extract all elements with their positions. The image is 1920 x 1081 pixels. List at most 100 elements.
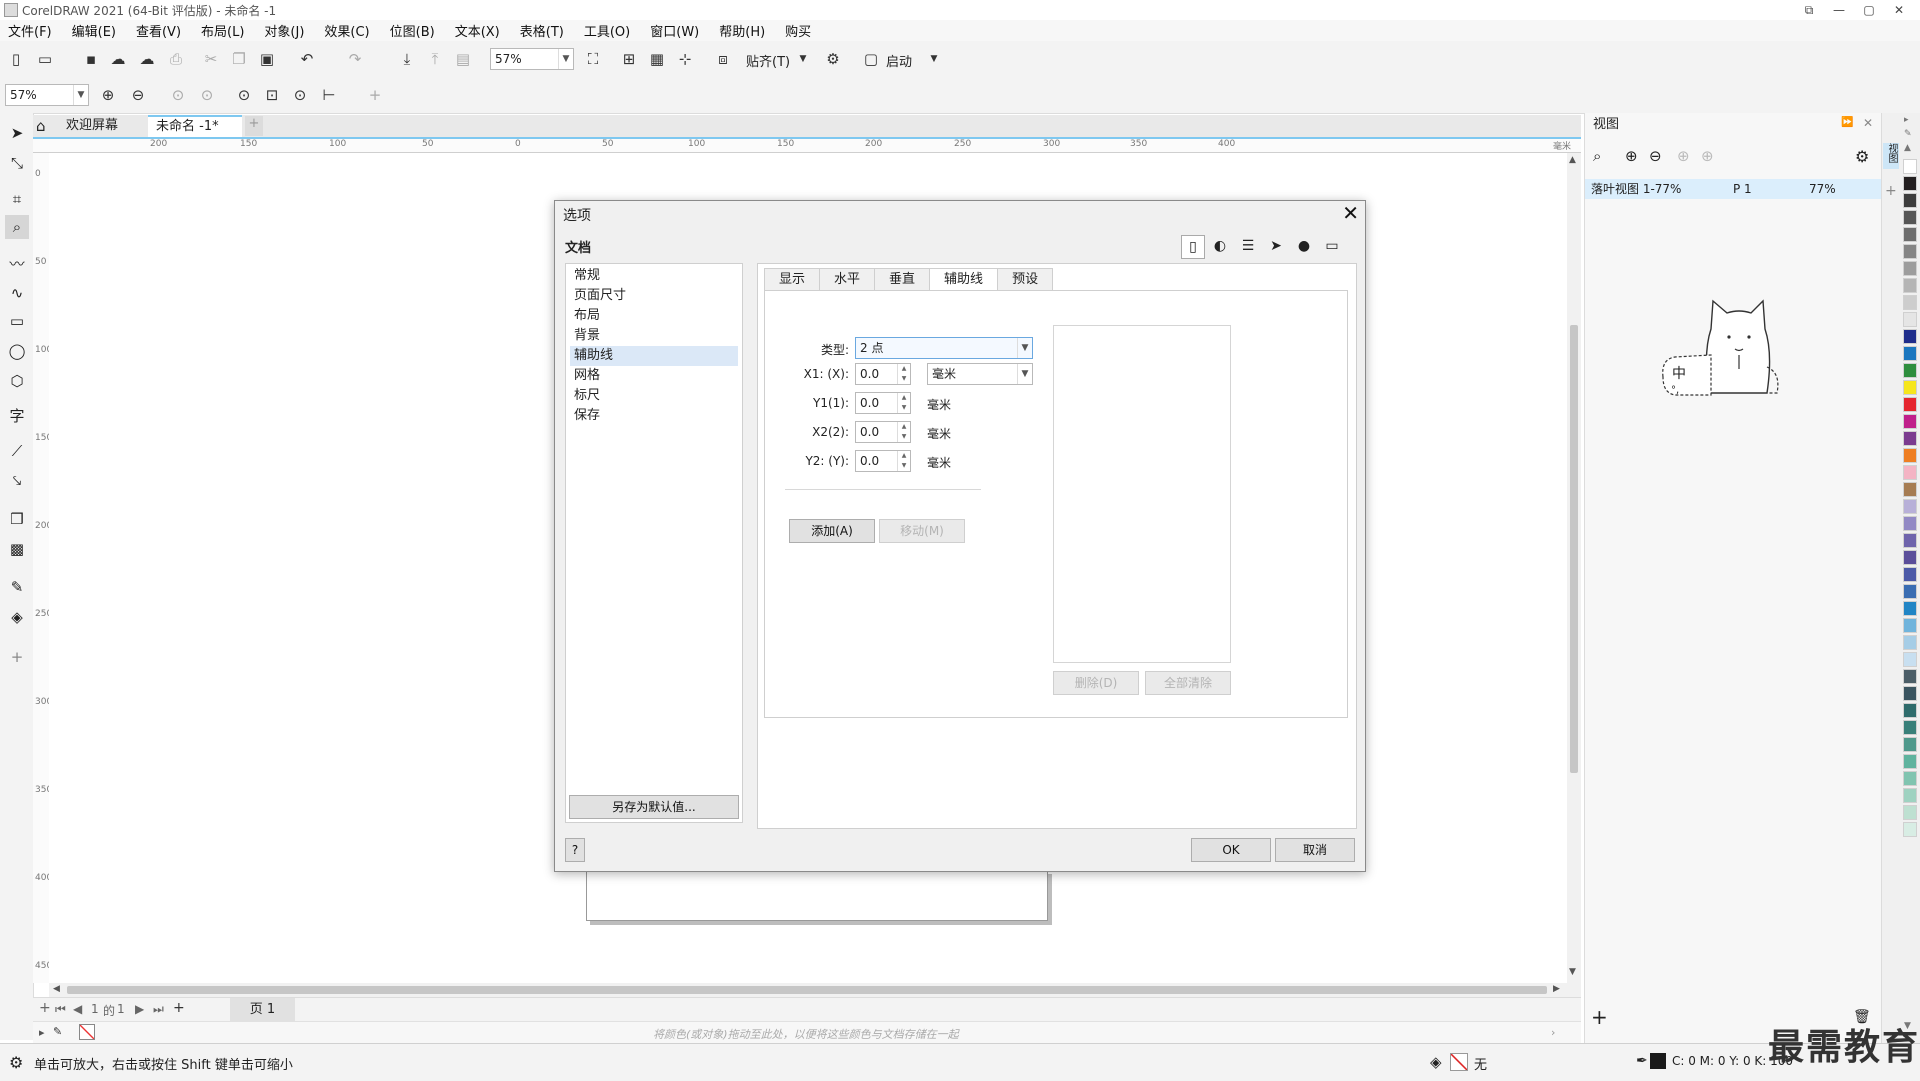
menu-object[interactable]: 对象(J)	[262, 21, 306, 40]
restore-icon[interactable]: ⧉	[1794, 0, 1824, 20]
tree-item-guidelines[interactable]: 辅助线	[570, 346, 738, 366]
connector-tool-icon[interactable]: ⤥	[5, 469, 29, 493]
color-swatch[interactable]	[1903, 159, 1917, 174]
show-rulers-icon[interactable]: ⊞	[618, 48, 640, 70]
chevron-down-icon[interactable]: ▼	[923, 48, 945, 70]
snap-icon[interactable]: ⧈	[712, 48, 734, 70]
spinner-icon[interactable]: ▲ ▼	[897, 422, 910, 442]
menu-buy[interactable]: 购买	[783, 21, 813, 40]
menu-text[interactable]: 文本(X)	[453, 21, 502, 40]
add-button[interactable]: 添加(A)	[789, 519, 875, 543]
tab-guidelines[interactable]: 辅助线	[929, 268, 999, 290]
cloud-upload-icon[interactable]: ☁	[136, 48, 158, 70]
zoom-in-icon[interactable]: ⊕	[97, 84, 119, 106]
full-screen-icon[interactable]: ⛶	[582, 48, 604, 70]
ok-button[interactable]: OK	[1191, 838, 1271, 862]
color-management-icon[interactable]: ◐	[1209, 235, 1231, 257]
color-swatch[interactable]	[1903, 295, 1917, 310]
vertical-scroll-thumb[interactable]	[1570, 325, 1578, 773]
zoom-page-height-icon[interactable]: ⊙	[289, 84, 311, 106]
add-view-icon[interactable]: +	[1591, 1005, 1608, 1029]
fill-bucket-icon[interactable]: ◈	[1430, 1053, 1442, 1071]
print-icon[interactable]: ⎙	[165, 48, 187, 70]
scroll-up-icon[interactable]: ▲	[1904, 143, 1911, 153]
tree-item-page-size[interactable]: 页面尺寸	[570, 286, 738, 306]
color-swatch[interactable]	[1903, 720, 1917, 735]
y1-input[interactable]: 0.0 ▲ ▼	[855, 392, 911, 414]
color-swatch[interactable]	[1903, 244, 1917, 259]
cloud-download-icon[interactable]: ☁	[107, 48, 129, 70]
document-page[interactable]	[586, 870, 1048, 921]
color-swatch[interactable]	[1903, 686, 1917, 701]
type-select[interactable]: 2 点 ▼	[855, 337, 1033, 359]
cancel-button[interactable]: 取消	[1275, 838, 1355, 862]
color-swatch[interactable]	[1903, 703, 1917, 718]
color-swatch[interactable]	[1903, 380, 1917, 395]
tab-presets[interactable]: 预设	[997, 268, 1054, 290]
display-monitor-icon[interactable]: ▭	[1321, 235, 1343, 257]
zoom-tool-icon[interactable]: ⌕	[5, 215, 29, 239]
vertical-scrollbar[interactable]: ▲ ▼	[1567, 153, 1581, 983]
close-button[interactable]: ✕	[1884, 0, 1914, 20]
eyedropper-icon[interactable]: ✎	[5, 575, 29, 599]
shape-tool-icon[interactable]: ⤡	[5, 151, 29, 175]
palette-expand-icon[interactable]: ▸	[39, 1026, 45, 1039]
menu-effects[interactable]: 效果(C)	[322, 21, 371, 40]
horizontal-scrollbar[interactable]: ◀ ▶	[49, 983, 1581, 997]
side-tab-view[interactable]: 视图	[1883, 143, 1899, 169]
artistic-media-icon[interactable]: ∿	[5, 281, 29, 305]
new-document-icon[interactable]: ▯	[5, 48, 27, 70]
menu-tools[interactable]: 工具(O)	[582, 21, 632, 40]
color-swatch[interactable]	[1903, 533, 1917, 548]
menu-view[interactable]: 查看(V)	[134, 21, 183, 40]
zoom-level-combo[interactable]: 57% ▼	[490, 48, 574, 70]
help-button[interactable]: ?	[565, 838, 585, 862]
spinner-icon[interactable]: ▲ ▼	[897, 364, 910, 384]
freehand-tool-icon[interactable]: 〰	[5, 251, 29, 275]
color-swatch[interactable]	[1903, 482, 1917, 497]
show-grid-icon[interactable]: ▦	[646, 48, 668, 70]
tab-display[interactable]: 显示	[764, 268, 821, 290]
export-icon[interactable]: ⤒	[424, 48, 446, 70]
tree-item-layout[interactable]: 布局	[570, 306, 738, 326]
pick-tool-icon[interactable]: ➤	[5, 121, 29, 145]
parallel-dimension-icon[interactable]: ⟋	[5, 439, 29, 463]
color-swatch[interactable]	[1903, 227, 1917, 242]
zoom-out-icon[interactable]: ⊖	[127, 84, 149, 106]
import-icon[interactable]: ⤓	[396, 48, 418, 70]
color-swatch[interactable]	[1903, 822, 1917, 837]
chevron-down-icon[interactable]: ▼	[558, 49, 573, 69]
color-swatch[interactable]	[1903, 312, 1917, 327]
eyedropper-icon[interactable]: ✎	[1904, 129, 1912, 139]
color-swatch[interactable]	[1903, 210, 1917, 225]
color-swatch[interactable]	[1903, 397, 1917, 412]
color-swatch[interactable]	[1903, 584, 1917, 599]
docker-close-icon[interactable]: ✕	[1863, 116, 1873, 130]
menu-help[interactable]: 帮助(H)	[717, 21, 767, 40]
zoom-fit-icon[interactable]: ⊢	[318, 84, 340, 106]
customize-sliders-icon[interactable]: ☰	[1237, 235, 1259, 257]
menu-edit[interactable]: 编辑(E)	[70, 21, 118, 40]
color-swatch[interactable]	[1903, 737, 1917, 752]
color-swatch[interactable]	[1903, 635, 1917, 650]
dialog-close-icon[interactable]: ✕	[1342, 201, 1359, 225]
open-folder-icon[interactable]: ▭	[34, 48, 56, 70]
menu-window[interactable]: 窗口(W)	[648, 21, 701, 40]
scroll-up-icon[interactable]: ▲	[1569, 155, 1576, 165]
scroll-right-icon[interactable]: ▶	[1553, 984, 1560, 994]
cut-icon[interactable]: ✂	[200, 48, 222, 70]
undo-icon[interactable]: ↶	[296, 48, 318, 70]
launch-dropdown[interactable]: 启动	[886, 51, 912, 70]
maximize-button[interactable]: ▢	[1854, 0, 1884, 20]
launch-app-icon[interactable]: ▢	[860, 48, 882, 70]
first-page-icon[interactable]: ⏮	[55, 1002, 66, 1017]
docker-expand-icon[interactable]: ⏩	[1841, 117, 1853, 128]
polygon-tool-icon[interactable]: ⬡	[5, 369, 29, 393]
outline-color-swatch[interactable]	[1650, 1053, 1666, 1069]
no-color-swatch[interactable]	[79, 1024, 95, 1040]
y2-input[interactable]: 0.0 ▲ ▼	[855, 450, 911, 472]
zoom-page-icon[interactable]: ⊙	[233, 84, 255, 106]
color-swatch[interactable]	[1903, 601, 1917, 616]
zoom-all-icon[interactable]: ⊕	[1701, 147, 1714, 165]
chevron-down-icon[interactable]: ▼	[792, 48, 814, 70]
